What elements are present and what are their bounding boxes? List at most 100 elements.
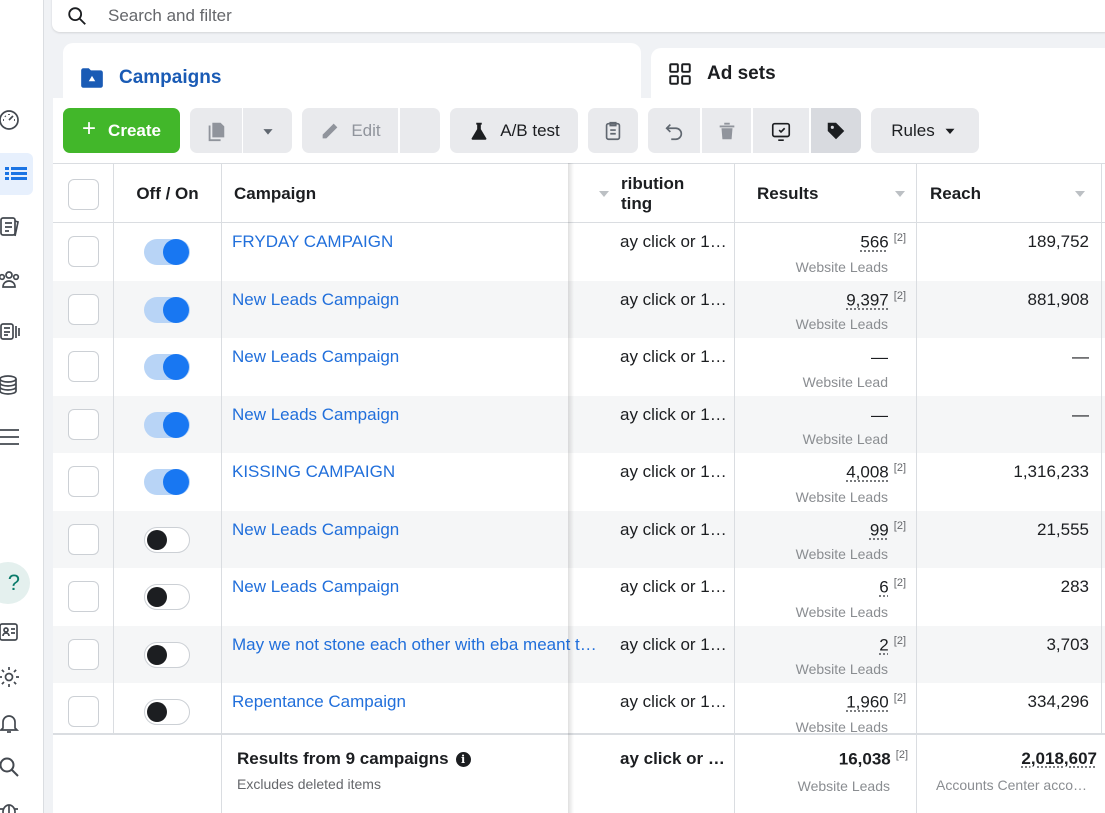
campaign-name-link[interactable]: May we not stone each other with eba mea… (232, 635, 612, 655)
edit-label: Edit (351, 120, 381, 140)
ads-library-icon[interactable] (0, 316, 24, 346)
row-checkbox[interactable] (68, 236, 99, 267)
reach-value: 1,316,233 (1013, 462, 1089, 481)
row-checkbox[interactable] (68, 638, 99, 670)
tag-icon (827, 122, 845, 139)
campaign-name-link[interactable]: New Leads Campaign (232, 347, 612, 367)
campaign-name-link[interactable]: New Leads Campaign (232, 520, 612, 540)
campaign-toggle[interactable] (144, 699, 190, 725)
table-row[interactable]: New Leads Campaign ay click or 1… 9,397 [2]… (53, 280, 1105, 338)
campaign-toggle[interactable] (144, 641, 190, 668)
row-checkbox[interactable] (68, 523, 99, 555)
col-results-label: Results (757, 184, 819, 203)
campaign-toggle[interactable] (144, 296, 190, 323)
select-all-checkbox[interactable] (68, 179, 99, 210)
audiences-icon[interactable] (0, 264, 24, 294)
campaign-toggle[interactable] (144, 584, 190, 610)
search-icon[interactable] (0, 752, 24, 782)
sort-caret-icon[interactable] (599, 191, 609, 197)
campaign-toggle[interactable] (144, 239, 190, 265)
info-icon[interactable]: i (455, 751, 471, 767)
search-bar[interactable] (52, 0, 1105, 32)
col-results[interactable]: Results (735, 164, 917, 224)
campaign-toggle[interactable] (144, 526, 190, 553)
tab-ad-sets[interactable]: Ad sets (651, 48, 1105, 100)
duplicate-dropdown[interactable] (243, 108, 292, 153)
table-row[interactable]: FRYDAY CAMPAIGN ay click or 1… 566 [2] Websi… (53, 223, 1105, 281)
results-value[interactable]: — (871, 405, 888, 424)
results-value[interactable]: 566 (860, 233, 888, 252)
toggle-knob (147, 702, 167, 722)
row-checkbox[interactable] (68, 408, 99, 440)
row-checkbox[interactable] (68, 293, 99, 325)
billing-icon[interactable] (0, 370, 24, 400)
pages-icon[interactable] (0, 212, 24, 242)
row-checkbox[interactable] (68, 696, 99, 727)
bug-icon[interactable] (0, 796, 24, 813)
table-row[interactable]: May we not stone each other with eba mea… (53, 625, 1105, 683)
table-row[interactable]: KISSING CAMPAIGN ay click or 1… 4,008 [2] We… (53, 453, 1105, 511)
help-icon[interactable]: ? (0, 562, 30, 604)
footer-reach-value[interactable]: 2,018,607 (1021, 749, 1097, 768)
table-row[interactable]: Repentance Campaign ay click or 1… 1,960 [2… (53, 683, 1105, 741)
sort-caret-icon[interactable] (895, 191, 905, 197)
campaign-toggle[interactable] (144, 469, 190, 495)
results-value[interactable]: 1,960 (846, 693, 889, 712)
col-reach-label: Reach (930, 184, 982, 203)
reach-value: 881,908 (1027, 289, 1089, 309)
dashboard-icon[interactable] (0, 104, 24, 134)
col-reach[interactable]: Reach (917, 164, 1097, 224)
campaign-name-link[interactable]: New Leads Campaign (232, 405, 612, 425)
attribution-setting: ay click or 1… (620, 462, 727, 481)
campaigns-table-icon[interactable] (0, 153, 33, 195)
sort-caret-icon[interactable] (1075, 191, 1085, 197)
campaign-name-link[interactable]: KISSING CAMPAIGN (232, 462, 612, 482)
edit-button[interactable]: Edit (302, 108, 398, 153)
footer-title-text: Results from 9 campaigns (237, 749, 449, 768)
undo-button[interactable] (648, 108, 700, 153)
footer-results: 16,038 [2] Website Leads (736, 749, 908, 794)
campaign-name-link[interactable]: Repentance Campaign (232, 692, 612, 712)
duplicate-button[interactable] (190, 108, 242, 153)
preview-button[interactable] (753, 108, 809, 153)
table-row[interactable]: New Leads Campaign ay click or 1… 6 [2] Webs… (53, 568, 1105, 626)
campaign-name-link[interactable]: New Leads Campaign (232, 577, 612, 597)
delete-button[interactable] (702, 108, 751, 153)
col-campaign[interactable]: Campaign (221, 164, 621, 224)
results-cell: — Website Lead (736, 347, 906, 390)
col-off-on[interactable]: Off / On (114, 164, 221, 224)
results-cell: 4,008 [2] Website Leads (736, 462, 906, 505)
reach-value: 283 (1060, 577, 1089, 596)
search-icon (68, 7, 86, 25)
table-row[interactable]: New Leads Campaign ay click or 1… — Website… (53, 395, 1105, 453)
results-value[interactable]: 4,008 (846, 463, 889, 482)
campaign-toggle[interactable] (144, 411, 190, 438)
ab-test-button[interactable]: A/B test (450, 108, 578, 153)
campaign-name-link[interactable]: New Leads Campaign (232, 290, 612, 310)
create-button[interactable]: + Create (63, 108, 180, 153)
col-attribution[interactable]: ribution ting (621, 164, 735, 224)
row-checkbox[interactable] (68, 351, 99, 382)
tag-button[interactable] (811, 108, 861, 153)
row-checkbox[interactable] (68, 466, 99, 497)
results-value[interactable]: 9,397 (846, 290, 889, 309)
results-type: Website Lead (802, 373, 888, 390)
settings-icon[interactable] (0, 662, 24, 692)
rules-button[interactable]: Rules (871, 108, 979, 153)
clipboard-button[interactable] (588, 108, 638, 153)
menu-icon[interactable] (0, 422, 24, 452)
results-cell: 566 [2] Website Leads (736, 232, 906, 275)
results-value[interactable]: 99 (870, 520, 889, 539)
row-checkbox[interactable] (68, 581, 99, 612)
search-input[interactable] (108, 6, 508, 26)
id-card-icon[interactable] (0, 617, 24, 647)
table-row[interactable]: New Leads Campaign ay click or 1… — Website… (53, 338, 1105, 396)
notifications-icon[interactable] (0, 708, 24, 738)
table-row[interactable]: New Leads Campaign ay click or 1… 99 [2] Web… (53, 510, 1105, 568)
campaign-name-link[interactable]: FRYDAY CAMPAIGN (232, 232, 612, 252)
results-value[interactable]: 2 (879, 635, 888, 654)
results-value[interactable]: 6 (879, 578, 888, 597)
campaign-toggle[interactable] (144, 354, 190, 380)
edit-dropdown[interactable] (400, 108, 440, 153)
results-value[interactable]: — (871, 348, 888, 367)
